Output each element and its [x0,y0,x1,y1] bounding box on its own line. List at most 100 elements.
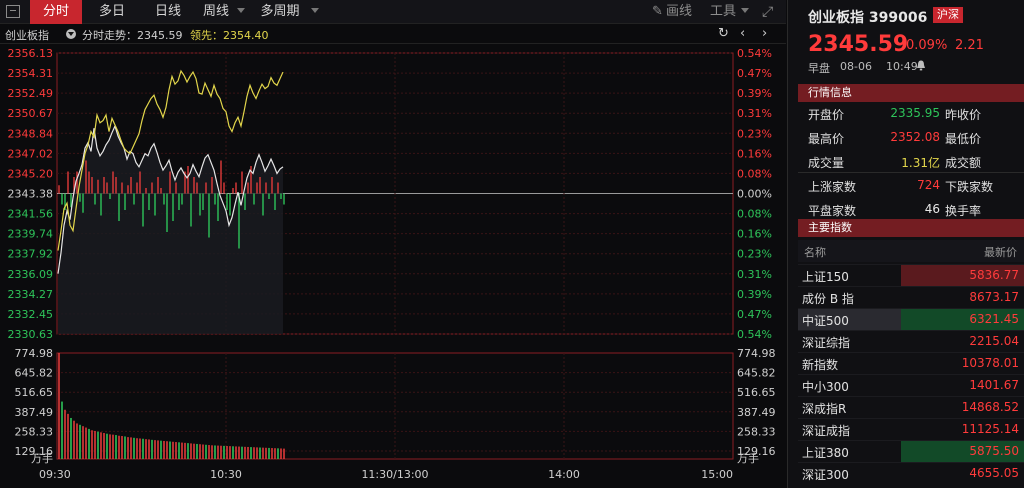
pct-tick-label: 0.31% [737,268,772,281]
index-row[interactable]: 新指数 10378.01 [798,352,1024,374]
volume-tick-label: 774.98 [15,347,54,360]
info-row-high: 最高价 2352.08 最低价 [798,126,1024,150]
price-tick-label: 2347.02 [8,147,54,160]
chevron-right-icon[interactable]: › [762,26,767,41]
tab-daily[interactable]: 日线 [144,0,192,24]
volume-tick-label: 774.98 [737,347,776,360]
main-index-header: 主要指数 [798,219,1024,237]
market-badge: 沪深 [933,7,963,23]
price-area [58,126,283,334]
volume-tick-label: 258.33 [737,425,776,438]
index-name: 成份 B 指 [802,292,854,306]
price-tick-label: 2339.74 [8,228,54,241]
time-tick-label: 14:00 [548,468,580,481]
chart-panel: 分时 多日 日线 周线 多周期 ✎ 画线 工具 ⤢ 创业板指 分时走势：2345… [0,0,786,488]
volume-tick-label: 516.65 [15,386,54,399]
tab-multi-day[interactable]: 多日 [88,0,136,24]
price-tick-label: 2336.09 [8,268,54,281]
draw-line-button[interactable]: 画线 [666,0,692,24]
series-toggle-icon[interactable] [66,29,76,39]
pct-tick-label: 0.47% [737,67,772,80]
weekly-dropdown-icon[interactable] [237,8,245,13]
chevron-left-icon[interactable]: ‹ [740,26,745,41]
price-tick-label: 2334.27 [8,288,54,301]
tab-intraday[interactable]: 分时 [30,0,82,24]
amount-label: 成交额 [945,156,982,170]
index-name: 中小300 [802,380,849,394]
advancers-value: 724 [917,178,940,192]
index-row[interactable]: 上证150 5836.77 [798,264,1024,286]
flat-label: 平盘家数 [808,204,857,218]
index-name: 上证380 [802,446,849,460]
volume-value: 1.31亿 [901,156,940,170]
index-name: 深证综指 [802,336,851,350]
index-row[interactable]: 深证300 4655.05 [798,462,1024,484]
index-price: 14868.52 [961,400,1019,414]
index-price: 4655.05 [969,466,1019,480]
info-row-volume: 成交量 1.31亿 成交额 [798,150,1024,174]
pct-tick-label: 0.31% [737,107,772,120]
index-price: 11125.14 [961,422,1019,436]
index-name: 上证150 [802,270,849,284]
exit-icon[interactable] [6,5,20,18]
col-name: 名称 [804,246,826,259]
pct-tick-label: 0.54% [737,328,772,341]
quote-panel: 创业板指 399006 沪深 2345.59 0.09% 2.21 早盘 08-… [787,0,1024,488]
intraday-series-label: 分时走势：2345.59 [82,29,183,42]
tools-button[interactable]: 工具 [710,0,736,24]
index-row[interactable]: 上证380 5875.50 [798,440,1024,462]
index-row[interactable]: 成份 B 指 8673.17 [798,286,1024,308]
pct-tick-label: 0.16% [737,228,772,241]
tools-dropdown-icon[interactable] [741,8,749,13]
volume-tick-label: 645.82 [737,367,776,380]
price-tick-label: 2345.20 [8,167,54,180]
volume-unit-label: 万手 [31,451,53,465]
multi-period-dropdown-icon[interactable] [311,8,319,13]
index-price: 2215.04 [969,334,1019,348]
intraday-chart[interactable]: 2356.13 0.54% 2354.31 0.47% 2352.49 0.39% 2350… [0,44,786,488]
pct-tick-label: 0.08% [737,208,772,221]
volume-tick-label: 516.65 [737,386,776,399]
pct-tick-label: 0.16% [737,147,772,160]
pct-tick-label: 0.39% [737,87,772,100]
tab-weekly[interactable]: 周线 [192,0,240,24]
last-price: 2345.59 [808,32,909,57]
index-name: 中证500 [802,314,849,328]
index-row[interactable]: 深证成指 11125.14 [798,418,1024,440]
index-row[interactable]: 深证综指 2215.04 [798,330,1024,352]
turnover-label: 换手率 [945,204,982,218]
change-percent: 0.09% [906,38,948,53]
index-name: 深成指R [802,402,847,416]
time-tick-label: 11:30/13:00 [361,468,428,481]
session-label: 早盘 [808,62,830,75]
pencil-icon[interactable]: ✎ [652,0,663,24]
time-tick-label: 15:00 [701,468,733,481]
index-row[interactable]: 中证500 6321.45 [798,308,1024,330]
price-tick-label: 2337.92 [8,248,54,261]
chart-toolbar: 分时 多日 日线 周线 多周期 ✎ 画线 工具 ⤢ [0,0,786,24]
quote-time: 10:49 [886,60,918,73]
refresh-icon[interactable]: ↻ [718,26,729,41]
price-tick-label: 2343.38 [8,188,54,201]
volume-tick-label: 258.33 [15,425,54,438]
market-info-header: 行情信息 [798,84,1024,102]
change-amount: 2.21 [955,38,984,53]
pct-tick-label: 0.54% [737,47,772,60]
open-label: 开盘价 [808,108,845,122]
expand-icon[interactable]: ⤢ [762,0,773,24]
high-label: 最高价 [808,132,845,146]
index-name: 新指数 [802,358,839,372]
leading-series-label: 领先：2354.40 [190,29,269,42]
index-name: 深证成指 [802,424,851,438]
pct-tick-label: 0.00% [737,188,772,201]
volume-label: 成交量 [808,156,845,170]
volume-tick-label: 387.49 [15,406,54,419]
index-row[interactable]: 深成指R 14868.52 [798,396,1024,418]
index-price: 1401.67 [969,378,1019,392]
tab-multi-period[interactable]: 多周期 [252,0,308,24]
bell-icon[interactable] [916,60,926,71]
instrument-title: 创业板指 399006 [808,10,928,26]
prev-close-label: 昨收价 [945,108,982,122]
index-table-header: 名称 最新价 [798,240,1024,262]
index-row[interactable]: 中小300 1401.67 [798,374,1024,396]
